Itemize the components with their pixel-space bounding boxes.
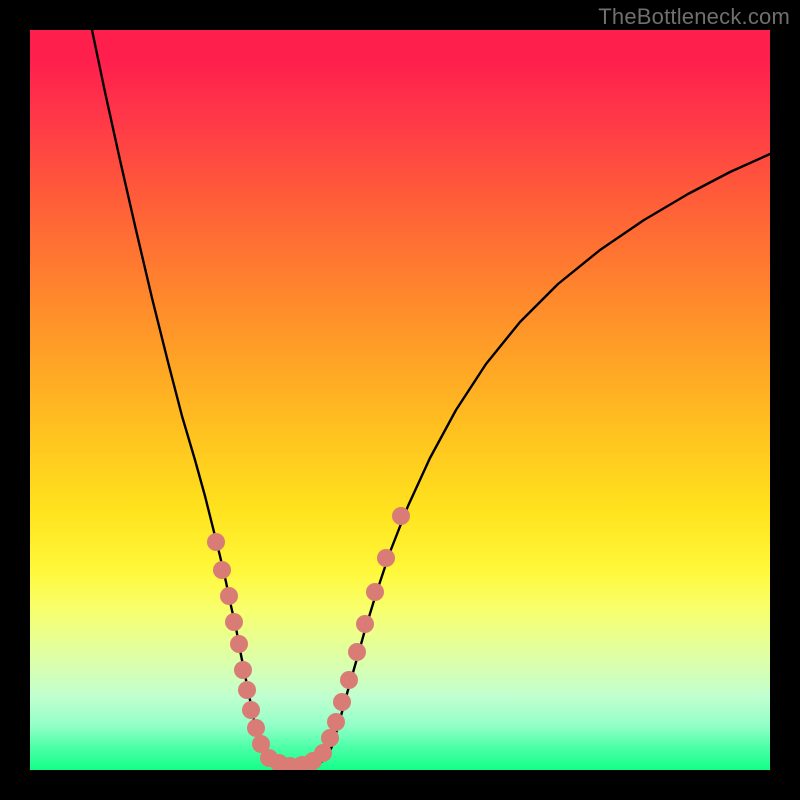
highlight-dot	[213, 561, 231, 579]
highlight-dot	[327, 713, 345, 731]
highlight-dot	[348, 643, 366, 661]
curve-right-curve	[328, 154, 770, 756]
watermark-text: TheBottleneck.com	[598, 4, 790, 30]
highlight-dot	[366, 583, 384, 601]
highlight-dot	[392, 507, 410, 525]
highlight-dot	[377, 549, 395, 567]
highlight-dot	[321, 729, 339, 747]
highlight-dot	[242, 701, 260, 719]
highlight-dot	[333, 693, 351, 711]
highlight-dot	[238, 681, 256, 699]
chart-svg	[30, 30, 770, 770]
chart-frame: TheBottleneck.com	[0, 0, 800, 800]
highlight-dot	[225, 613, 243, 631]
highlight-dot	[247, 719, 265, 737]
highlight-dot	[207, 533, 225, 551]
highlight-dot	[356, 615, 374, 633]
highlight-dot	[340, 671, 358, 689]
highlight-dot	[230, 635, 248, 653]
highlight-dot	[220, 587, 238, 605]
plot-area	[30, 30, 770, 770]
highlight-dot	[234, 661, 252, 679]
